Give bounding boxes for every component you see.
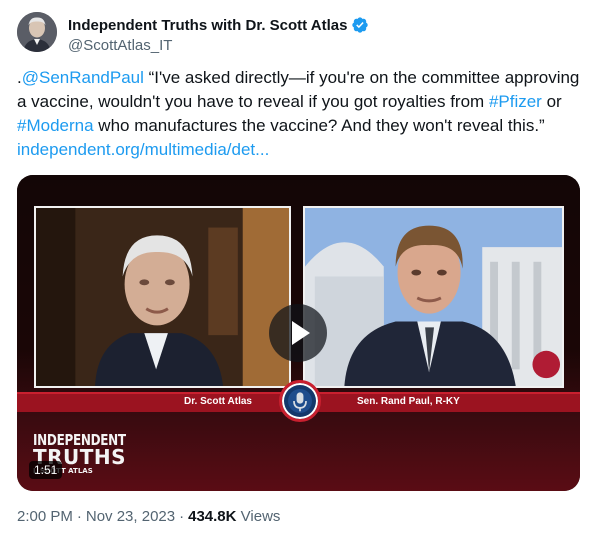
left-speaker-name: Dr. Scott Atlas bbox=[184, 396, 252, 407]
hashtag-moderna-link[interactable]: #Moderna bbox=[17, 116, 94, 135]
author-avatar[interactable] bbox=[17, 12, 57, 52]
views-count[interactable]: 434.8K bbox=[188, 508, 236, 525]
speaker-right-image bbox=[305, 208, 562, 386]
meta-separator: · bbox=[179, 508, 185, 525]
play-button[interactable] bbox=[269, 304, 327, 362]
tweet-text-part-2: or bbox=[541, 92, 562, 111]
tweet-text-part-3: who manufactures the vaccine? And they w… bbox=[93, 116, 545, 135]
speaker-left-image bbox=[36, 208, 289, 386]
verified-badge-icon bbox=[351, 16, 369, 34]
video-panel-right bbox=[303, 206, 564, 388]
avatar-photo-icon bbox=[17, 12, 57, 52]
tweet-meta: 2:00 PM · Nov 23, 2023 · 434.8K Views bbox=[17, 508, 280, 525]
tweet-text: .@SenRandPaul “I've asked directly—if yo… bbox=[17, 66, 592, 162]
author-name-row: Independent Truths with Dr. Scott Atlas bbox=[68, 15, 369, 35]
show-emblem-icon bbox=[279, 380, 321, 422]
tweet-date[interactable]: Nov 23, 2023 bbox=[86, 508, 175, 525]
views-label: Views bbox=[240, 508, 281, 525]
video-duration-badge: 1:51 bbox=[29, 461, 63, 479]
mention-link[interactable]: @SenRandPaul bbox=[22, 68, 144, 87]
author-display-name[interactable]: Independent Truths with Dr. Scott Atlas bbox=[68, 17, 347, 34]
hashtag-pfizer-link[interactable]: #Pfizer bbox=[489, 92, 542, 111]
video-player[interactable]: Dr. Scott Atlas Sen. Rand Paul, R-KY IND… bbox=[17, 175, 580, 491]
right-speaker-name: Sen. Rand Paul, R-KY bbox=[357, 396, 460, 407]
author-handle[interactable]: @ScottAtlas_IT bbox=[68, 37, 172, 54]
video-panel-left bbox=[34, 206, 291, 388]
play-icon bbox=[292, 321, 310, 345]
tweet-header: Independent Truths with Dr. Scott Atlas … bbox=[17, 12, 597, 56]
tweet-time[interactable]: 2:00 PM bbox=[17, 508, 73, 525]
meta-separator: · bbox=[76, 508, 82, 525]
article-link[interactable]: independent.org/multimedia/det... bbox=[17, 140, 269, 159]
